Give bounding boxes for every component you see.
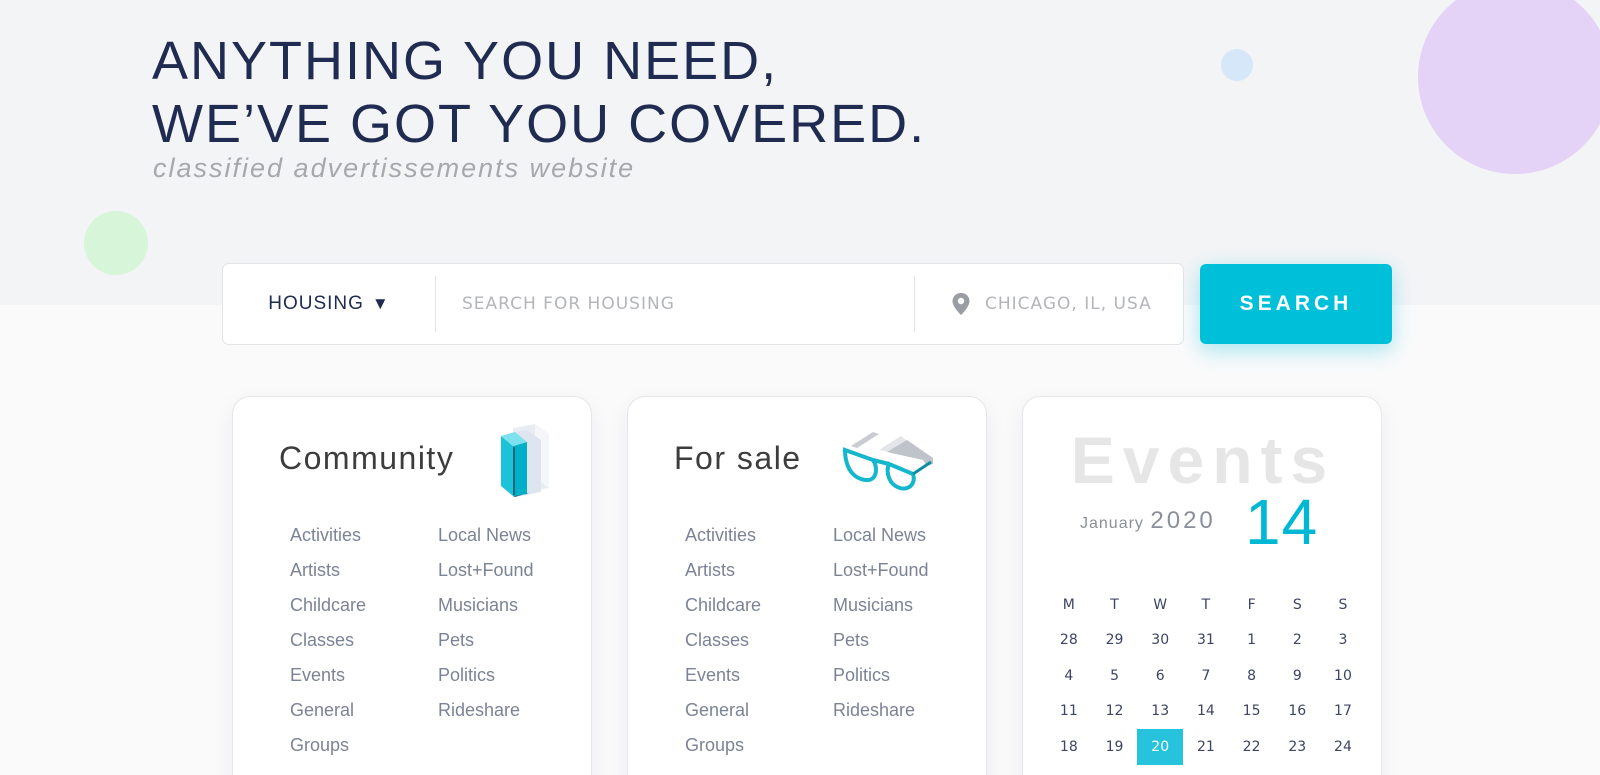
link-childcare[interactable]: Childcare bbox=[290, 594, 438, 617]
link-groups[interactable]: Groups bbox=[685, 734, 833, 757]
decorative-circle-green bbox=[84, 211, 148, 275]
link-events[interactable]: Events bbox=[685, 664, 833, 687]
search-input[interactable] bbox=[436, 264, 914, 344]
link-pets[interactable]: Pets bbox=[438, 629, 578, 652]
month-year: January 2020 bbox=[1080, 507, 1216, 535]
forsale-card: For sale Activities Local News Artists L… bbox=[627, 396, 987, 775]
calendar-day[interactable]: 21 bbox=[1183, 729, 1229, 765]
link-local-news[interactable]: Local News bbox=[833, 524, 973, 547]
calendar-year: 2020 bbox=[1150, 507, 1216, 534]
calendar-day[interactable]: 7 bbox=[1183, 658, 1229, 694]
calendar-day[interactable]: 24 bbox=[1320, 729, 1366, 765]
weekday-label: S bbox=[1338, 596, 1348, 613]
calendar-day[interactable]: 23 bbox=[1274, 729, 1320, 765]
headline-line-2: WE’VE GOT YOU COVERED. bbox=[152, 94, 927, 154]
search-bar: HOUSING ▼ bbox=[222, 263, 1184, 345]
calendar-week: 18 19 20 21 22 23 24 bbox=[1046, 729, 1366, 765]
weekday-label: T bbox=[1201, 596, 1211, 613]
link-pets[interactable]: Pets bbox=[833, 629, 973, 652]
hero-tagline: classified advertissements website bbox=[153, 153, 636, 183]
weekday-label: M bbox=[1062, 596, 1075, 613]
calendar-day[interactable]: 13 bbox=[1137, 694, 1183, 730]
calendar-day[interactable]: 15 bbox=[1229, 694, 1275, 730]
calendar-day[interactable]: 6 bbox=[1137, 658, 1183, 694]
calendar-day[interactable]: 2 bbox=[1274, 623, 1320, 659]
link-classes[interactable]: Classes bbox=[685, 629, 833, 652]
weekday-label: S bbox=[1292, 596, 1302, 613]
weekday-label: F bbox=[1247, 596, 1256, 613]
link-activities[interactable]: Activities bbox=[290, 524, 438, 547]
headline-line-1: ANYTHING YOU NEED, bbox=[152, 31, 779, 91]
link-groups[interactable]: Groups bbox=[290, 734, 438, 757]
link-politics[interactable]: Politics bbox=[438, 664, 578, 687]
calendar-day[interactable]: 9 bbox=[1274, 658, 1320, 694]
search-button[interactable]: SEARCH bbox=[1200, 264, 1392, 344]
calendar-day[interactable]: 1 bbox=[1229, 623, 1275, 659]
calendar-day[interactable]: 3 bbox=[1320, 623, 1366, 659]
link-politics[interactable]: Politics bbox=[833, 664, 973, 687]
link-activities[interactable]: Activities bbox=[685, 524, 833, 547]
link-lost-found[interactable]: Lost+Found bbox=[438, 559, 578, 582]
calendar-day[interactable]: 8 bbox=[1229, 658, 1275, 694]
category-dropdown-label: HOUSING bbox=[268, 293, 364, 314]
events-title: Events bbox=[1070, 423, 1336, 497]
card-title: For sale bbox=[674, 440, 802, 476]
calendar-day[interactable]: 14 bbox=[1183, 694, 1229, 730]
calendar-week: 28 29 30 31 1 2 3 bbox=[1046, 623, 1366, 659]
link-childcare[interactable]: Childcare bbox=[685, 594, 833, 617]
calendar-month: January bbox=[1080, 515, 1144, 532]
calendar-day[interactable]: 5 bbox=[1092, 658, 1138, 694]
calendar-day[interactable]: 22 bbox=[1229, 729, 1275, 765]
calendar-day[interactable]: 19 bbox=[1092, 729, 1138, 765]
link-musicians[interactable]: Musicians bbox=[833, 594, 973, 617]
calendar-day[interactable]: 31 bbox=[1183, 623, 1229, 659]
calendar-day[interactable]: 17 bbox=[1320, 694, 1366, 730]
link-rideshare[interactable]: Rideshare bbox=[438, 699, 578, 722]
community-links: Activities Local News Artists Lost+Found… bbox=[290, 524, 578, 757]
link-events[interactable]: Events bbox=[290, 664, 438, 687]
calendar-day[interactable]: 18 bbox=[1046, 729, 1092, 765]
calendar-week: 4 5 6 7 8 9 10 bbox=[1046, 658, 1366, 694]
link-local-news[interactable]: Local News bbox=[438, 524, 578, 547]
glasses-icon bbox=[843, 432, 933, 491]
books-icon bbox=[501, 424, 549, 497]
current-day: 14 bbox=[1245, 486, 1319, 558]
link-artists[interactable]: Artists bbox=[685, 559, 833, 582]
calendar-day-selected[interactable]: 20 bbox=[1137, 729, 1184, 765]
calendar-day[interactable]: 10 bbox=[1320, 658, 1366, 694]
calendar-day[interactable]: 28 bbox=[1046, 623, 1092, 659]
chevron-down-icon: ▼ bbox=[371, 294, 390, 313]
calendar-day[interactable]: 30 bbox=[1137, 623, 1183, 659]
link-lost-found[interactable]: Lost+Found bbox=[833, 559, 973, 582]
hero-headline: ANYTHING YOU NEED, WE’VE GOT YOU COVERED… bbox=[152, 30, 926, 156]
location-pin-icon bbox=[952, 293, 970, 315]
calendar-week: 11 12 13 14 15 16 17 bbox=[1046, 694, 1366, 730]
weekday-header: M T W T F S S bbox=[1046, 587, 1366, 623]
link-general[interactable]: General bbox=[290, 699, 438, 722]
calendar-day[interactable]: 11 bbox=[1046, 694, 1092, 730]
calendar-day[interactable]: 29 bbox=[1092, 623, 1138, 659]
calendar-day[interactable]: 16 bbox=[1274, 694, 1320, 730]
weekday-label: W bbox=[1153, 596, 1168, 613]
category-dropdown[interactable]: HOUSING ▼ bbox=[223, 264, 435, 344]
weekday-label: T bbox=[1110, 596, 1119, 613]
forsale-links: Activities Local News Artists Lost+Found… bbox=[685, 524, 973, 757]
link-rideshare[interactable]: Rideshare bbox=[833, 699, 973, 722]
location-field[interactable] bbox=[915, 264, 1183, 344]
calendar-day[interactable]: 4 bbox=[1046, 658, 1092, 694]
card-title: Community bbox=[279, 440, 455, 476]
community-card: Community Activities Local News Artists … bbox=[232, 396, 592, 775]
link-artists[interactable]: Artists bbox=[290, 559, 438, 582]
calendar-grid: M T W T F S S 28 29 30 31 1 2 3 4 5 6 7 … bbox=[1046, 587, 1366, 765]
link-general[interactable]: General bbox=[685, 699, 833, 722]
link-musicians[interactable]: Musicians bbox=[438, 594, 578, 617]
link-classes[interactable]: Classes bbox=[290, 629, 438, 652]
events-card: Events January 2020 14 M T W T F S S 28 … bbox=[1022, 396, 1382, 775]
calendar-day[interactable]: 12 bbox=[1092, 694, 1138, 730]
decorative-circle-blue bbox=[1221, 49, 1253, 81]
location-input[interactable] bbox=[985, 294, 1175, 314]
